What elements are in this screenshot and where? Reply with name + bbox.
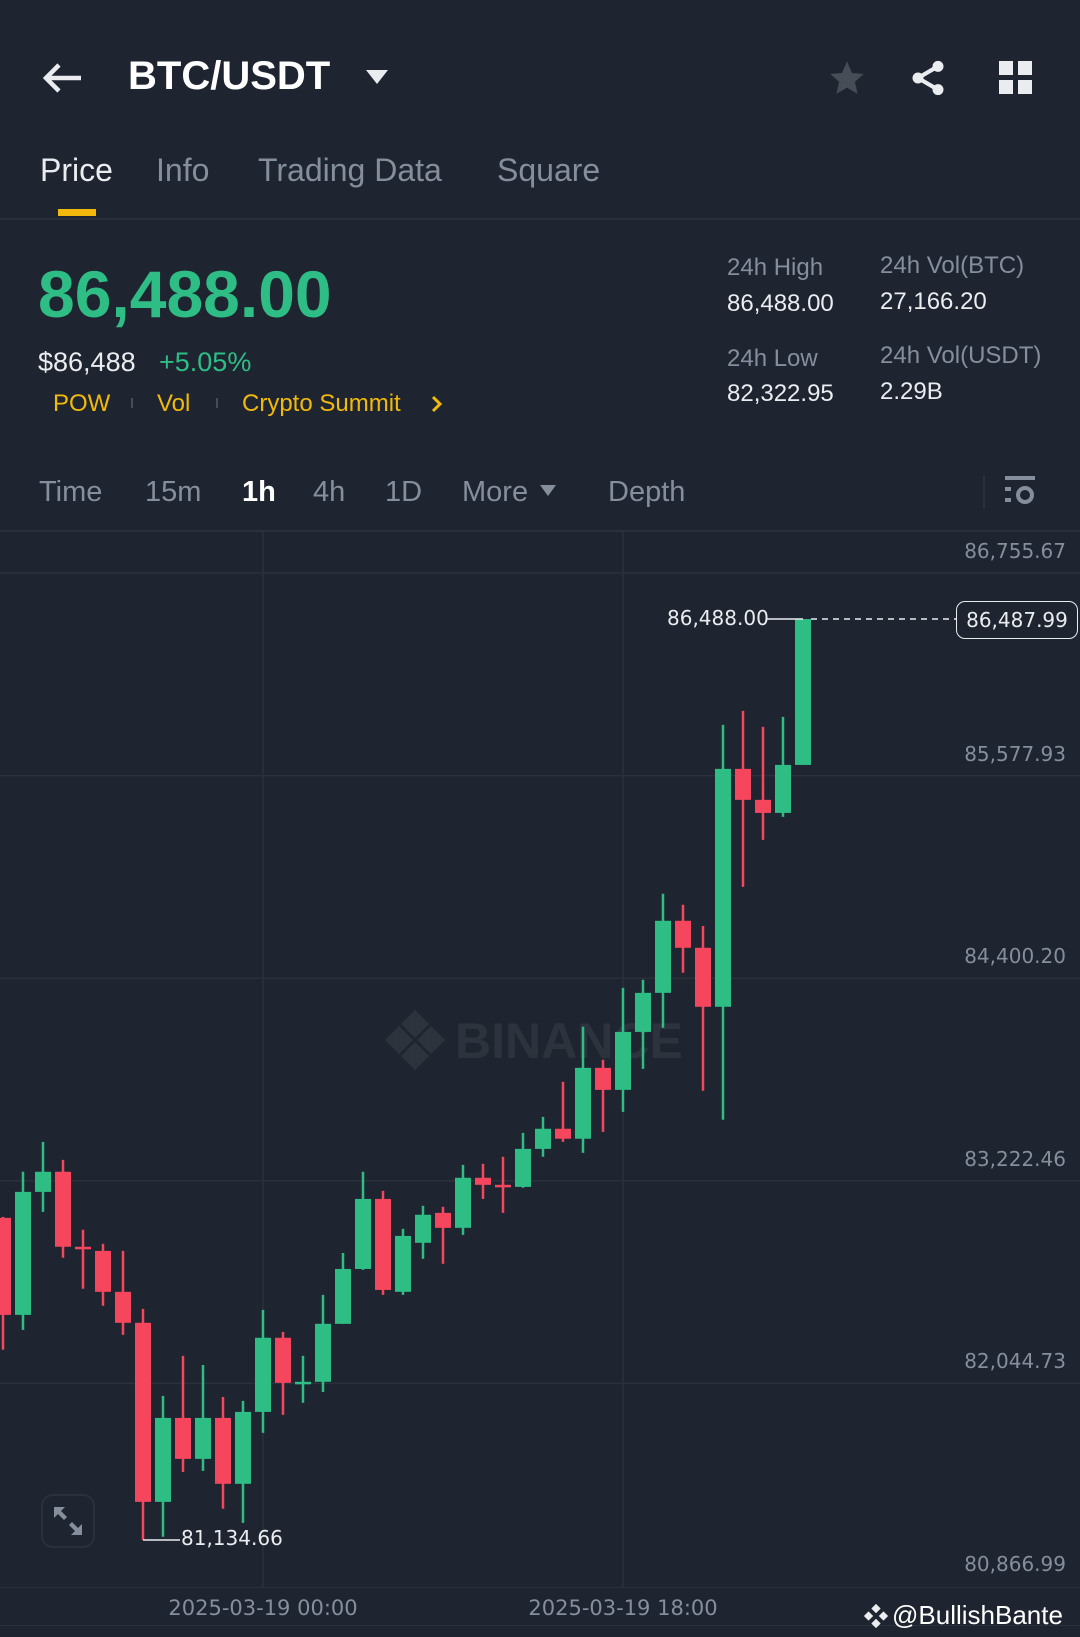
candle-body [615,1031,631,1090]
candle-body [295,1381,311,1385]
candle-body [695,947,711,1007]
candle [535,1116,551,1157]
price-axis-label: 85,577.93 [964,741,1066,766]
candle [615,987,631,1112]
candle [75,1229,91,1289]
candle-body [675,920,691,948]
candle [435,1206,451,1264]
candle-body [435,1212,451,1228]
candle-body [375,1198,391,1290]
candle-body [635,992,651,1032]
candle [175,1355,191,1472]
candle [295,1355,311,1403]
price-axis-label: 86,755.67 [964,539,1066,563]
candle-body [335,1268,351,1324]
time-label: 2025-03-19 18:00 [528,1596,718,1620]
candle [355,1171,371,1270]
candle [195,1364,211,1471]
candle-body [15,1191,31,1315]
candle [695,925,711,1091]
candle [215,1396,231,1509]
candle [555,1081,571,1142]
candle [275,1331,291,1415]
candle [515,1132,531,1188]
binance-logo-icon [863,1603,889,1629]
candle-body [75,1246,91,1250]
candle-body [135,1322,151,1502]
high-marker-label: 86,488.00 [667,606,769,631]
candle [335,1252,351,1324]
candle-body [195,1417,211,1459]
axis-line [0,1587,1080,1588]
candle [455,1164,471,1235]
candle [735,710,751,887]
candle-body [775,764,791,813]
candle-body [575,1067,591,1139]
candle-body [315,1323,331,1382]
candle-body [515,1148,531,1187]
candle [95,1243,111,1306]
price-axis-label: 82,044.73 [964,1349,1066,1374]
candle-body [175,1417,191,1459]
candle-body [155,1417,171,1502]
candle-body [235,1411,251,1484]
candle-body [475,1177,491,1185]
candle [795,619,811,765]
price-axis-label: 80,866.99 [964,1552,1066,1576]
candle [315,1294,331,1392]
last-price-marker-text: 86,487.99 [966,608,1068,633]
candle [375,1190,391,1295]
candle [595,1059,611,1132]
candle [395,1228,411,1295]
low-marker-label: 81,134.66 [181,1525,283,1550]
candle [35,1141,51,1212]
candle [55,1159,71,1258]
author-watermark: @BullishBante [892,1600,1063,1630]
candlestick-chart[interactable]: BINANCE [0,0,1080,1637]
candle [135,1308,151,1540]
candle [715,724,731,1120]
candle-body [255,1337,271,1412]
candle [0,1216,11,1350]
candle [115,1250,131,1335]
candle-body [655,920,671,993]
candle-body [115,1291,131,1323]
candle-body [735,768,751,800]
candle [775,716,791,817]
candle [475,1163,491,1199]
candle-body [275,1337,291,1383]
candle-body [35,1171,51,1192]
candle-body [715,768,731,1007]
candle-body [535,1128,551,1149]
candle-body [595,1067,611,1090]
candle [255,1309,271,1433]
candle-body [55,1171,71,1247]
candle [495,1156,511,1213]
candle-body [795,619,811,765]
time-label: 2025-03-19 00:00 [168,1596,358,1620]
candle [235,1400,251,1523]
fullscreen-button[interactable] [41,1494,95,1548]
candle-body [455,1177,471,1228]
expand-icon [54,1507,82,1535]
candle-body [95,1250,111,1292]
last-price-marker: 86,487.99 [956,601,1078,640]
candle [755,726,771,840]
candle [15,1171,31,1330]
candle [655,893,671,1028]
candle-body [215,1417,231,1484]
candle-body [755,799,771,813]
candle [415,1205,431,1259]
price-axis-label: 84,400.20 [964,944,1066,969]
candle-body [555,1128,571,1139]
candle [675,904,691,973]
candle-body [0,1217,11,1315]
candle [155,1395,171,1537]
price-axis-label: 83,222.46 [964,1146,1066,1171]
candle-body [495,1184,511,1188]
candle-body [395,1235,411,1292]
candle-body [355,1198,371,1269]
candle-body [415,1214,431,1243]
